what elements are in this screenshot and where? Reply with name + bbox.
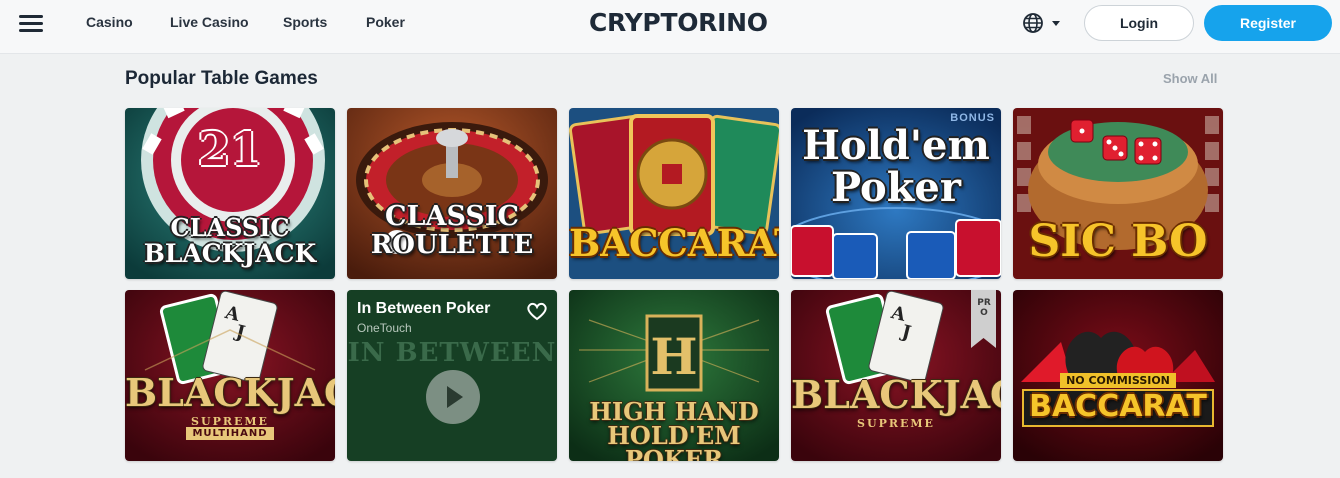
- menu-icon[interactable]: [19, 13, 43, 33]
- no-commission-banner: NO COMMISSION: [1013, 373, 1223, 388]
- game-title: BLACKJACK: [791, 372, 1001, 417]
- game-title-line2: HOLD'EM POKER: [607, 421, 741, 462]
- game-tile-high-hand-holdem-poker[interactable]: H HIGH HAND HOLD'EM POKER: [569, 290, 779, 461]
- game-tile-blackjack-supreme-multihand[interactable]: A J BLACKJACK SUPREME MULTIHAND: [125, 290, 335, 461]
- nav-live-casino[interactable]: Live Casino: [170, 14, 249, 30]
- game-tile-baccarat[interactable]: BACCARAT: [569, 108, 779, 279]
- game-subtitle: SUPREME: [191, 415, 269, 428]
- game-tile-classic-roulette[interactable]: CLASSIC ROULETTE: [347, 108, 557, 279]
- register-button[interactable]: Register: [1204, 5, 1332, 41]
- game-tile-in-between-poker[interactable]: IN BETWEEN In Between Poker OneTouch: [347, 290, 557, 461]
- game-tile-blackjack-supreme-pro[interactable]: A J PRO BLACKJACK SUPREME: [791, 290, 1001, 461]
- game-title: SIC BO: [1028, 216, 1208, 267]
- game-subtitle: SUPREME: [857, 417, 935, 430]
- game-tile-sic-bo[interactable]: SIC BO: [1013, 108, 1223, 279]
- heart-icon[interactable]: [526, 301, 548, 321]
- chevron-down-icon: [1052, 21, 1060, 26]
- game-title: BACCARAT: [1029, 389, 1207, 424]
- game-tile-no-commission-baccarat[interactable]: NO COMMISSION BACCARAT: [1013, 290, 1223, 461]
- game-badge: 21: [197, 122, 262, 176]
- game-art-text: IN BETWEEN: [347, 338, 557, 368]
- nav-casino[interactable]: Casino: [86, 14, 133, 30]
- pro-badge: PRO: [977, 298, 991, 318]
- game-title-line2: ROULETTE: [370, 230, 534, 260]
- game-title: In Between Poker: [357, 300, 491, 317]
- game-title-line2: BLACKJACK: [143, 239, 317, 268]
- section-title: Popular Table Games: [125, 68, 318, 89]
- site-logo[interactable]: CRYPTORINO: [589, 8, 768, 37]
- show-all-link[interactable]: Show All: [1163, 71, 1217, 86]
- login-button[interactable]: Login: [1084, 5, 1194, 41]
- game-tile-classic-blackjack[interactable]: 21 CLASSIC BLACKJACK: [125, 108, 335, 279]
- globe-icon: [1023, 13, 1043, 33]
- game-title-line1: Hold'em: [802, 122, 990, 169]
- play-icon[interactable]: [426, 370, 480, 424]
- hover-info: In Between Poker OneTouch: [357, 300, 490, 335]
- top-header: Casino Live Casino Sports Poker CRYPTORI…: [0, 0, 1340, 54]
- game-title-line2: Poker: [831, 164, 961, 211]
- language-selector[interactable]: [1022, 11, 1066, 35]
- game-tile-holdem-poker[interactable]: BONUS Hold'em Poker: [791, 108, 1001, 279]
- game-provider: OneTouch: [357, 321, 412, 335]
- nav-sports[interactable]: Sports: [283, 14, 327, 30]
- game-subtitle-2: MULTIHAND: [125, 427, 335, 440]
- game-title-line1: CLASSIC: [385, 201, 519, 232]
- game-title: BACCARAT: [569, 221, 779, 265]
- nav-poker[interactable]: Poker: [366, 14, 405, 30]
- game-title-line1: CLASSIC: [170, 213, 290, 242]
- svg-text:H: H: [650, 327, 697, 386]
- game-title: BLACKJACK: [125, 370, 335, 415]
